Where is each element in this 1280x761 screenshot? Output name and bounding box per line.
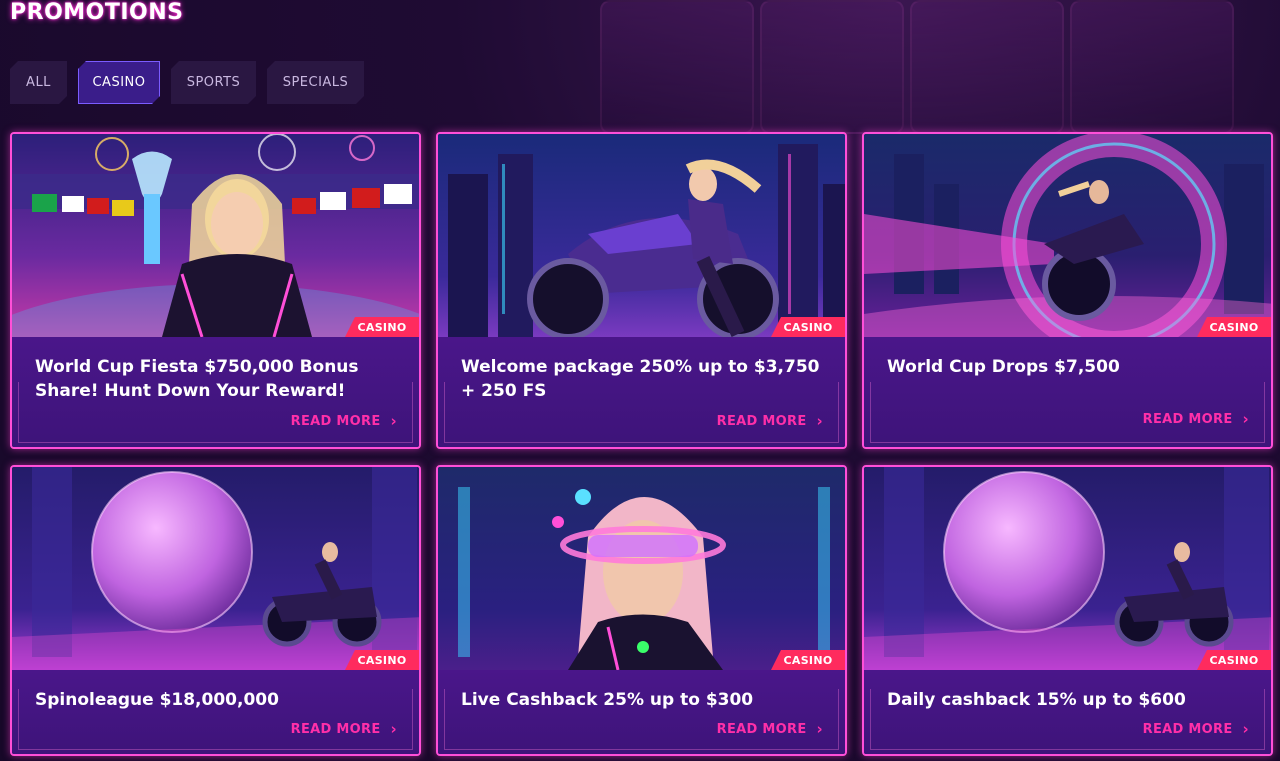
tab-all[interactable]: ALL [10,61,67,104]
promo-card[interactable]: CASINO Spinoleague $18,000,000 READ MORE… [10,465,421,756]
read-more-link[interactable]: READ MORE › [291,720,397,738]
promo-card-body: Welcome package 250% up to $3,750 + 250 … [438,337,845,447]
promo-image-neon-loop [864,134,1271,337]
page-title: PROMOTIONS [10,0,184,25]
background-decoration [760,0,904,134]
promo-title: World Cup Fiesta $750,000 Bonus Share! H… [35,357,359,401]
read-more-link[interactable]: READ MORE › [717,720,823,738]
promo-card[interactable]: CASINO World Cup Drops $7,500 READ MORE … [862,132,1273,449]
read-more-link[interactable]: READ MORE › [717,412,823,430]
chevron-right-icon: › [816,412,823,430]
promo-image-visor-woman [438,467,845,670]
promo-image-disco-sphere [12,467,419,670]
chevron-right-icon: › [390,720,397,738]
promo-image-trophy [12,134,419,337]
promo-card-body: Daily cashback 15% up to $600 READ MORE … [864,670,1271,754]
tab-specials[interactable]: SPECIALS [267,61,364,104]
chevron-right-icon: › [1242,410,1249,428]
read-more-link[interactable]: READ MORE › [1143,410,1249,428]
read-more-label: READ MORE [290,721,381,737]
promo-card[interactable]: CASINO Daily cashback 15% up to $600 REA… [862,465,1273,756]
tab-sports[interactable]: SPORTS [171,61,256,104]
promotion-filter-tabs: ALL CASINO SPORTS SPECIALS [10,61,375,104]
promo-title: Spinoleague $18,000,000 [35,690,279,710]
promo-image-motorcycle [438,134,845,337]
promo-title: Welcome package 250% up to $3,750 + 250 … [461,357,820,401]
promo-card-body: Spinoleague $18,000,000 READ MORE › [12,670,419,754]
promo-card-body: World Cup Drops $7,500 READ MORE › [864,337,1271,447]
category-badge: CASINO [345,317,419,337]
chevron-right-icon: › [390,412,397,430]
promo-card[interactable]: CASINO Welcome package 250% up to $3,750… [436,132,847,449]
category-badge: CASINO [1197,317,1271,337]
promo-title: Daily cashback 15% up to $600 [887,690,1186,710]
background-decoration [600,0,754,134]
read-more-label: READ MORE [1142,411,1233,427]
promo-card[interactable]: CASINO World Cup Fiesta $750,000 Bonus S… [10,132,421,449]
category-badge: CASINO [1197,650,1271,670]
promo-image-disco-sphere [864,467,1271,670]
category-badge: CASINO [345,650,419,670]
background-decoration [910,0,1064,134]
promo-card-body: Live Cashback 25% up to $300 READ MORE › [438,670,845,754]
chevron-right-icon: › [1242,720,1249,738]
tab-casino[interactable]: CASINO [78,61,160,104]
read-more-label: READ MORE [1142,721,1233,737]
promo-title: Live Cashback 25% up to $300 [461,690,754,710]
category-badge: CASINO [771,650,845,670]
promo-card-body: World Cup Fiesta $750,000 Bonus Share! H… [12,337,419,447]
read-more-label: READ MORE [716,721,807,737]
promo-title: World Cup Drops $7,500 [887,357,1120,377]
promo-card[interactable]: CASINO Live Cashback 25% up to $300 READ… [436,465,847,756]
chevron-right-icon: › [816,720,823,738]
read-more-label: READ MORE [716,413,807,429]
read-more-label: READ MORE [290,413,381,429]
background-decoration [1070,0,1234,134]
read-more-link[interactable]: READ MORE › [291,412,397,430]
category-badge: CASINO [771,317,845,337]
read-more-link[interactable]: READ MORE › [1143,720,1249,738]
